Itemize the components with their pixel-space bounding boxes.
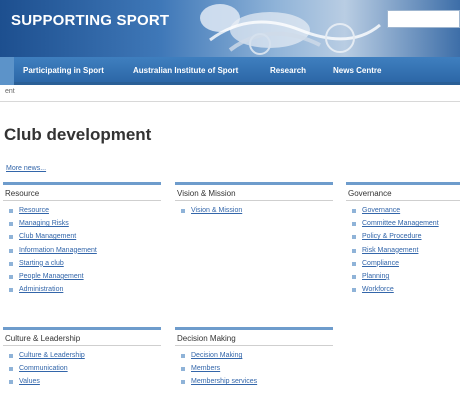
nav-home-tab[interactable] xyxy=(0,57,14,85)
breadcrumb-divider xyxy=(0,101,460,102)
list-item: Club Management xyxy=(3,230,161,243)
cyclist-banner-image xyxy=(200,4,381,55)
bullet-icon xyxy=(9,235,13,240)
bullet-icon xyxy=(352,209,356,213)
link-club-management[interactable]: Club Management xyxy=(19,233,76,240)
link-communication[interactable]: Communication xyxy=(19,365,68,372)
section-divider xyxy=(3,345,161,346)
section-heading: Vision & Mission xyxy=(177,189,236,198)
section-divider xyxy=(346,200,460,201)
nav-item-news-centre[interactable]: News Centre xyxy=(333,57,381,85)
link-values[interactable]: Values xyxy=(19,378,40,385)
section-heading: Governance xyxy=(348,189,392,198)
section-heading: Decision Making xyxy=(177,334,236,343)
link-membership-services[interactable]: Membership services xyxy=(191,378,257,385)
list-item: Starting a club xyxy=(3,257,161,270)
bullet-icon xyxy=(9,209,13,213)
link-starting-a-club[interactable]: Starting a club xyxy=(19,260,64,267)
nav-item-ais[interactable]: Australian Institute of Sport xyxy=(133,57,238,85)
nav-item-research[interactable]: Research xyxy=(270,57,306,85)
bullet-icon xyxy=(352,248,356,253)
section-divider xyxy=(3,200,161,201)
bullet-icon xyxy=(9,248,13,253)
link-risk-management[interactable]: Risk Management xyxy=(362,247,418,254)
list-item: Culture & Leadership xyxy=(3,349,161,362)
list-item: Resource xyxy=(3,204,161,217)
list-item: Managing Risks xyxy=(3,217,161,230)
list-item: People Management xyxy=(3,270,161,283)
site-title[interactable]: SUPPORTING SPORT xyxy=(11,12,169,29)
list-item: Decision Making xyxy=(175,349,333,362)
link-policy-procedure[interactable]: Policy & Procedure xyxy=(362,233,422,240)
link-committee-management[interactable]: Committee Management xyxy=(362,220,439,227)
link-vision-mission[interactable]: Vision & Mission xyxy=(191,207,242,214)
link-planning[interactable]: Planning xyxy=(362,273,389,280)
bullet-icon xyxy=(181,209,185,213)
bullet-icon xyxy=(9,222,13,227)
list-item: Vision & Mission xyxy=(175,204,333,217)
list-item: Planning xyxy=(346,270,460,283)
bullet-icon xyxy=(352,274,356,279)
link-workforce[interactable]: Workforce xyxy=(362,286,394,293)
section-vision-mission: Vision & Mission Vision & Mission xyxy=(175,182,333,217)
section-heading: Resource xyxy=(5,189,40,198)
section-bar xyxy=(3,327,161,330)
section-heading: Culture & Leadership xyxy=(5,334,81,343)
section-resource: Resource Resource Managing Risks Club Ma… xyxy=(3,182,161,296)
bullet-icon xyxy=(352,288,356,293)
bullet-icon xyxy=(181,367,185,372)
section-bar xyxy=(3,182,161,185)
bullet-icon xyxy=(352,222,356,227)
link-members[interactable]: Members xyxy=(191,365,220,372)
bullet-icon xyxy=(9,261,13,266)
bullet-icon xyxy=(9,288,13,293)
breadcrumb[interactable]: ent xyxy=(5,88,15,95)
search-input[interactable] xyxy=(387,10,460,28)
link-culture-leadership[interactable]: Culture & Leadership xyxy=(19,352,85,359)
link-administration[interactable]: Administration xyxy=(19,286,63,293)
list-item: Values xyxy=(3,375,161,388)
bullet-icon xyxy=(181,380,185,385)
link-compliance[interactable]: Compliance xyxy=(362,260,399,267)
link-resource[interactable]: Resource xyxy=(19,207,49,214)
list-item: Committee Management xyxy=(346,217,460,230)
link-decision-making[interactable]: Decision Making xyxy=(191,352,242,359)
list-item: Administration xyxy=(3,283,161,296)
list-item: Members xyxy=(175,362,333,375)
bullet-icon xyxy=(9,274,13,279)
bullet-icon xyxy=(9,380,13,385)
bullet-icon xyxy=(352,235,356,240)
bullet-icon xyxy=(181,354,185,358)
link-information-management[interactable]: Information Management xyxy=(19,247,97,254)
site-banner: SUPPORTING SPORT xyxy=(0,0,460,57)
list-item: Information Management xyxy=(3,244,161,257)
bullet-icon xyxy=(9,354,13,358)
section-divider xyxy=(175,345,333,346)
section-decision-making: Decision Making Decision Making Members … xyxy=(175,327,333,389)
list-item: Membership services xyxy=(175,375,333,388)
main-nav: Participating in Sport Australian Instit… xyxy=(0,57,460,85)
page-title: Club development xyxy=(4,125,152,144)
section-bar xyxy=(175,182,333,185)
section-bar xyxy=(175,327,333,330)
nav-item-participating[interactable]: Participating in Sport xyxy=(23,57,104,85)
list-item: Risk Management xyxy=(346,244,460,257)
link-governance[interactable]: Governance xyxy=(362,207,400,214)
list-item: Workforce xyxy=(346,283,460,296)
more-news-link[interactable]: More news... xyxy=(6,165,46,172)
section-divider xyxy=(175,200,333,201)
bullet-icon xyxy=(9,367,13,372)
bullet-icon xyxy=(352,261,356,266)
section-bar xyxy=(346,182,460,185)
list-item: Compliance xyxy=(346,257,460,270)
section-governance: Governance Governance Committee Manageme… xyxy=(346,182,460,296)
section-culture-leadership: Culture & Leadership Culture & Leadershi… xyxy=(3,327,161,389)
link-managing-risks[interactable]: Managing Risks xyxy=(19,220,69,227)
list-item: Communication xyxy=(3,362,161,375)
link-people-management[interactable]: People Management xyxy=(19,273,84,280)
list-item: Policy & Procedure xyxy=(346,230,460,243)
list-item: Governance xyxy=(346,204,460,217)
